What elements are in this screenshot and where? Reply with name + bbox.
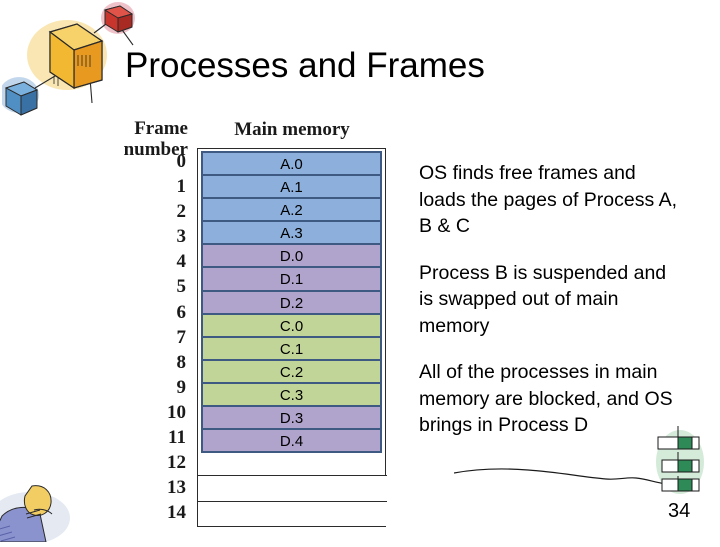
page-title: Processes and Frames [125,46,485,85]
notes-block: OS finds free frames and loads the pages… [419,160,684,459]
frame-number-10: 10 [167,401,186,423]
frame-number-2: 2 [176,201,187,223]
memory-cell-7: C.0 [201,312,382,338]
frame-number-9: 9 [176,376,187,398]
main-memory-table: A.0 A.1 A.2 A.3 D.0 D.1 D.2 C.0 C.1 C.2 C.3 D.3 D.4 [197,148,387,527]
hand-drawn-line [453,466,669,488]
memory-cell-3: A.3 [201,220,382,246]
frame-number-7: 7 [176,326,187,348]
memory-cell-12: D.4 [201,428,382,454]
slide-canvas: Processes and Frames Frame number Main m… [0,0,720,544]
memory-cell-4: D.0 [201,243,382,269]
memory-cell-6: D.2 [201,289,382,315]
frame-number-14: 14 [167,502,186,524]
memory-cell-empty-13 [198,475,387,501]
frame-number-8: 8 [176,351,187,373]
frame-number-3: 3 [176,226,187,248]
frame-number-4: 4 [176,251,187,273]
memory-cell-5: D.1 [201,266,382,292]
note-paragraph-2: Process B is suspended and is swapped ou… [419,261,667,337]
frame-number-5: 5 [176,276,187,298]
memory-cell-list: A.0 A.1 A.2 A.3 D.0 D.1 D.2 C.0 C.1 C.2 C.3 D.3 D.4 [201,151,382,454]
memory-cell-9: C.2 [201,358,382,384]
frame-number-11: 11 [168,427,186,449]
person-clipart [0,470,81,544]
frame-number-1: 1 [176,176,187,198]
hierarchy-boxes-clipart [648,424,714,496]
note-paragraph-1: OS finds free frames and loads the pages… [419,162,677,237]
memory-cell-2: A.2 [201,197,382,223]
memory-cell-8: C.1 [201,335,382,361]
frame-number-0: 0 [176,151,187,172]
memory-cell-10: C.3 [201,381,382,408]
note-paragraph-3: All of the processes in main memory are … [419,361,673,436]
memory-cell-11: D.3 [201,405,382,431]
frame-number-6: 6 [176,301,187,323]
frame-number-column: 0 1 2 3 4 5 6 7 8 9 10 11 12 13 14 [140,149,190,525]
frame-number-13: 13 [167,477,186,499]
page-number: 34 [668,500,691,522]
frame-number-12: 12 [167,452,186,474]
main-memory-label: Main memory [234,119,350,140]
frame-number-label-line1: Frame [134,118,188,139]
memory-cell-0: A.0 [201,151,382,177]
memory-cell-empty-14 [198,500,387,526]
memory-cell-1: A.1 [201,174,382,200]
